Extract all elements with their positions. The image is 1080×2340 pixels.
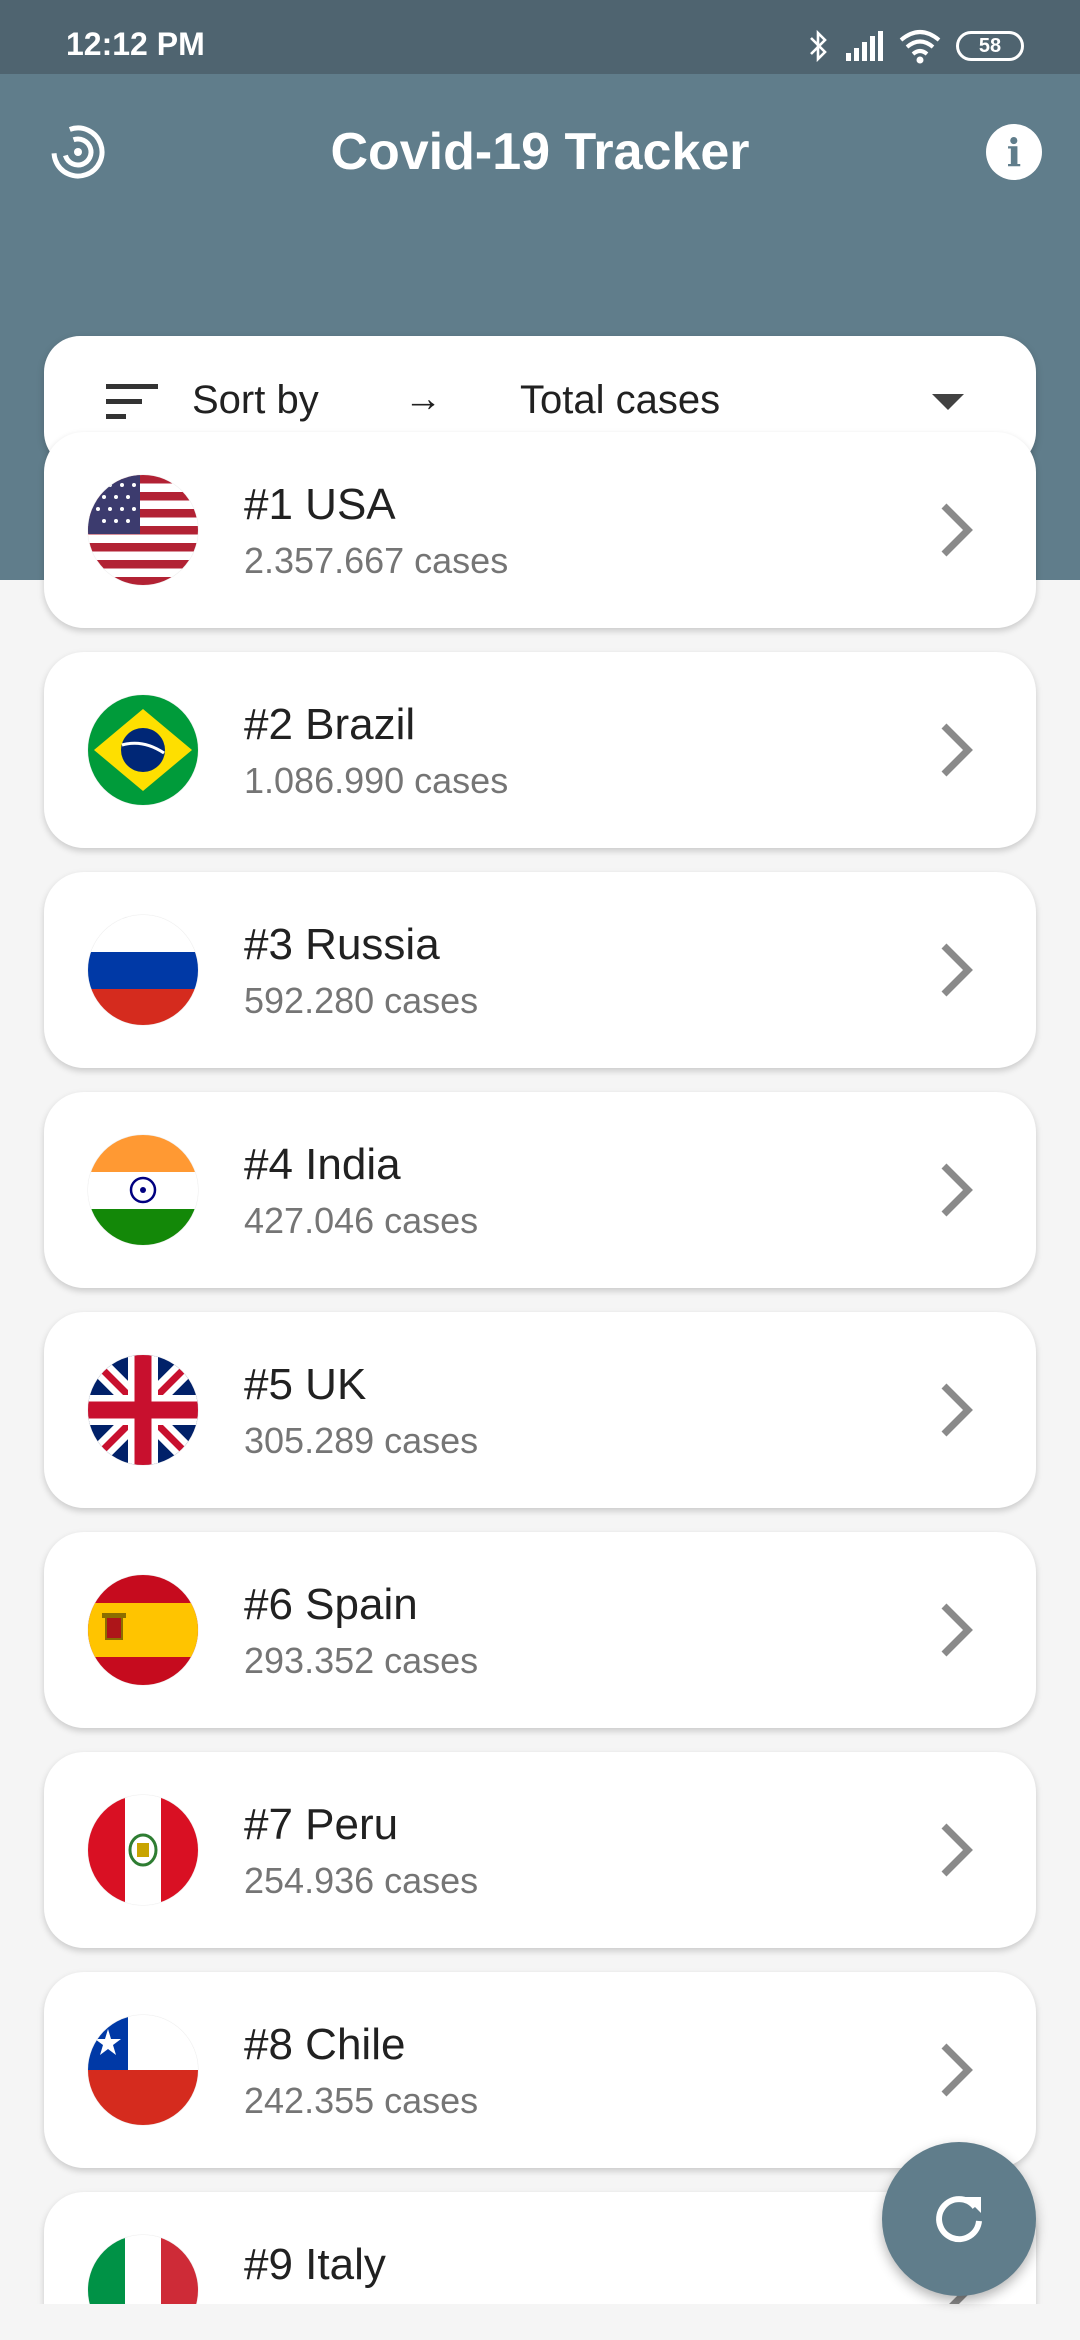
status-bar: 12:12 PM 58	[0, 0, 1080, 74]
country-name: #9 Italy	[244, 2240, 386, 2289]
wifi-icon	[899, 30, 941, 64]
spain-flag-icon	[88, 1575, 198, 1685]
chevron-right-icon	[941, 723, 973, 777]
list-item[interactable]: #4 India 427.046 cases	[44, 1092, 1036, 1288]
country-list[interactable]: #1 USA 2.357.667 cases #2 Brazil 1.086.9…	[0, 420, 1080, 2304]
italy-flag-icon	[88, 2235, 198, 2304]
sort-selected-value: Total cases	[520, 378, 721, 422]
country-cases: 305.289 cases	[244, 1420, 479, 1461]
info-icon[interactable]: i	[986, 124, 1042, 180]
country-cases: 254.936 cases	[244, 1860, 479, 1901]
country-name: #4 India	[244, 1140, 401, 1189]
country-cases: 242.355 cases	[244, 2080, 479, 2121]
page-title: Covid-19 Tracker	[330, 123, 750, 181]
country-name: #5 UK	[244, 1360, 367, 1409]
list-item[interactable]: #2 Brazil 1.086.990 cases	[44, 652, 1036, 848]
chevron-right-icon	[941, 1603, 973, 1657]
refresh-icon	[936, 2196, 982, 2243]
chile-flag-icon	[88, 2015, 198, 2125]
country-cases: 2.357.667 cases	[244, 540, 509, 581]
country-cases: 592.280 cases	[244, 980, 479, 1021]
list-item[interactable]: #5 UK 305.289 cases	[44, 1312, 1036, 1508]
country-name: #8 Chile	[244, 2020, 406, 2069]
signal-icon	[846, 31, 883, 61]
battery-icon: 58	[956, 31, 1024, 61]
dropdown-arrow-icon	[932, 394, 964, 410]
list-item[interactable]: #8 Chile 242.355 cases	[44, 1972, 1036, 2168]
brazil-flag-icon	[88, 695, 198, 805]
chevron-right-icon	[941, 943, 973, 997]
country-name: #6 Spain	[244, 1580, 418, 1629]
country-name: #3 Russia	[244, 920, 440, 969]
arrow-right-icon: →	[404, 378, 442, 420]
sort-label: Sort by	[192, 378, 319, 422]
russia-flag-icon	[88, 915, 198, 1025]
list-item[interactable]: #1 USA 2.357.667 cases	[44, 432, 1036, 628]
country-cases: 1.086.990 cases	[244, 760, 509, 801]
chevron-right-icon	[941, 1163, 973, 1217]
chevron-right-icon	[941, 1383, 973, 1437]
chevron-right-icon	[941, 2043, 973, 2097]
list-item[interactable]: #7 Peru 254.936 cases	[44, 1752, 1036, 1948]
usa-flag-icon	[88, 475, 198, 585]
india-flag-icon	[88, 1135, 198, 1245]
bluetooth-icon	[810, 29, 827, 63]
status-time: 12:12 PM	[66, 26, 205, 62]
country-cases: 427.046 cases	[244, 1200, 479, 1241]
status-icons: 58	[808, 26, 1024, 66]
country-name: #1 USA	[244, 480, 396, 529]
chevron-right-icon	[941, 503, 973, 557]
country-name: #2 Brazil	[244, 700, 416, 749]
list-item[interactable]: #3 Russia 592.280 cases	[44, 872, 1036, 1068]
refresh-button[interactable]	[882, 2142, 1036, 2296]
chevron-right-icon	[941, 1823, 973, 1877]
uk-flag-icon	[88, 1355, 198, 1465]
sort-icon	[106, 384, 158, 419]
country-cases: 293.352 cases	[244, 1640, 479, 1681]
country-name: #7 Peru	[244, 1800, 399, 1849]
list-item[interactable]: #6 Spain 293.352 cases	[44, 1532, 1036, 1728]
peru-flag-icon	[88, 1795, 198, 1905]
